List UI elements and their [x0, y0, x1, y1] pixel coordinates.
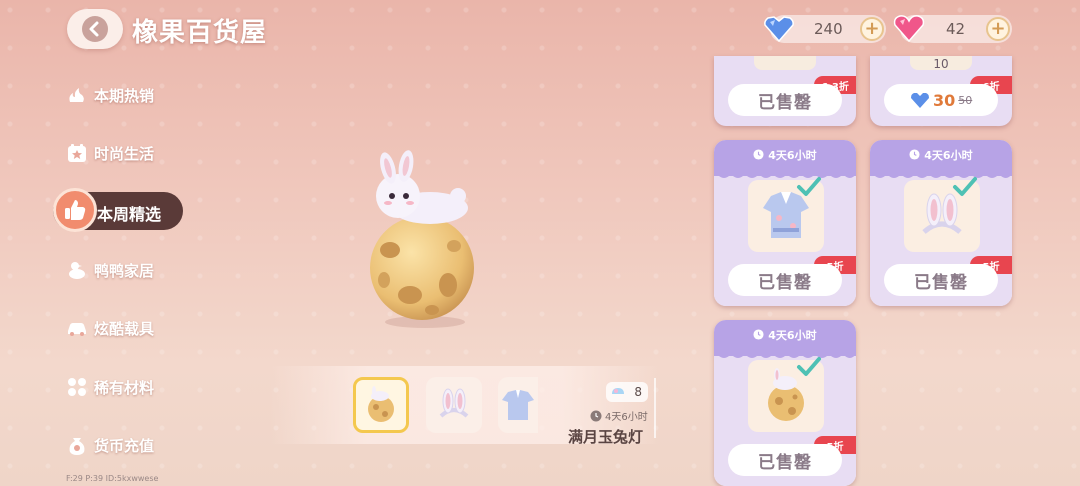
price-now: 30: [933, 90, 956, 110]
clock-icon: [753, 329, 764, 340]
variant-thumb-bunny-ears[interactable]: [426, 377, 482, 433]
shop-card-moon-rabbit-lamp[interactable]: 4天6小时 5折 已售罄: [714, 320, 856, 486]
card-timer-text: 4天6小时: [924, 149, 973, 162]
duck-icon: [66, 259, 88, 281]
sold-out-button: 已售罄: [728, 444, 842, 476]
sidebar-item-hot-sale[interactable]: 本期热销: [66, 80, 154, 110]
preview-timer-text: 4天6小时: [605, 412, 648, 423]
pink-heart-gem-icon: [893, 15, 925, 43]
sidebar-item-fashion[interactable]: 时尚生活: [66, 138, 154, 168]
sidebar-item-label: 炫酷载具: [94, 319, 155, 338]
calendar-icon: [66, 142, 88, 164]
bunny-ears-headband-icon: [439, 388, 469, 418]
card-timer: 4天6小时: [714, 147, 856, 163]
clock-icon: [590, 410, 602, 421]
sidebar-item-label: 稀有材料: [94, 378, 155, 397]
preview-timer: 4天6小时: [590, 408, 648, 423]
sidebar-item-label: 本周精选: [97, 205, 162, 224]
heart-gem-count: 42: [946, 20, 966, 38]
price-display: 30 50: [910, 84, 972, 116]
strip-divider: [654, 378, 656, 438]
back-button[interactable]: [67, 9, 123, 49]
coin-bag-icon: [66, 434, 88, 456]
shop-card-partial[interactable]: 6.3折 已售罄: [714, 56, 856, 126]
card-timer: 4天6小时: [870, 147, 1012, 163]
sidebar-item-label: 时尚生活: [94, 144, 155, 163]
card-image-edge: [754, 56, 816, 70]
car-icon: [66, 317, 88, 339]
blue-diamond-icon: [911, 93, 929, 108]
sold-out-button: 已售罄: [884, 264, 998, 296]
owned-checkmark-icon: [953, 177, 977, 196]
back-arrow-icon: [82, 16, 108, 42]
item-count: 8: [634, 385, 642, 399]
price-original: 50: [958, 93, 973, 107]
shop-card-partial[interactable]: 10 6折 30 50: [870, 56, 1012, 126]
variant-thumb-moon-lamp[interactable]: [353, 377, 409, 433]
fire-icon: [66, 84, 88, 106]
diamond-currency: 240 +: [764, 15, 886, 43]
sold-out-button: 已售罄: [728, 264, 842, 296]
add-heart-gem-button[interactable]: +: [986, 17, 1010, 41]
sidebar-item-label: 货币充值: [94, 436, 155, 455]
card-top-text: 10: [933, 57, 949, 71]
sidebar-item-weekly-picks[interactable]: 本周精选: [53, 188, 183, 232]
sidebar-item-label: 鸭鸭家居: [94, 261, 155, 280]
shop-card-outfit[interactable]: 4天6小时 5折 已售罄: [714, 140, 856, 306]
clock-icon: [909, 149, 920, 160]
sidebar-item-currency-recharge[interactable]: 货币充值: [66, 430, 154, 460]
sold-out-button: 已售罄: [728, 84, 842, 116]
sidebar-item-materials[interactable]: 稀有材料: [66, 372, 154, 402]
material-icon: [612, 388, 624, 394]
owned-checkmark-icon: [797, 357, 821, 376]
clock-icon: [753, 149, 764, 160]
preview-item-name: 满月玉兔灯: [568, 428, 644, 446]
add-diamond-button[interactable]: +: [860, 17, 884, 41]
heart-currency: 42 +: [893, 15, 1012, 43]
thumbs-up-icon: [53, 188, 97, 232]
moon-lamp-icon: [368, 386, 394, 422]
shop-card-bunny-ears[interactable]: 4天6小时 5折 已售罄: [870, 140, 1012, 306]
page-title: 橡果百货屋: [132, 18, 268, 48]
materials-icon: [66, 376, 88, 398]
sidebar-item-label: 本期热销: [94, 86, 155, 105]
card-timer: 4天6小时: [714, 327, 856, 343]
card-timer-text: 4天6小时: [768, 329, 817, 342]
variant-thumb-outfit[interactable]: [498, 377, 538, 433]
card-timer-text: 4天6小时: [768, 149, 817, 162]
outfit-icon: [502, 390, 534, 420]
diamond-count: 240: [814, 20, 843, 38]
debug-info: F:29 P:39 ID:5kxwwese: [66, 474, 159, 483]
owned-checkmark-icon: [797, 177, 821, 196]
sidebar-item-vehicles[interactable]: 炫酷载具: [66, 313, 154, 343]
moon-rabbit-lamp-preview: [370, 150, 474, 328]
sidebar-item-duck-home[interactable]: 鸭鸭家居: [66, 255, 154, 285]
item-count-badge: 8: [606, 382, 648, 402]
blue-diamond-icon: [764, 16, 794, 43]
